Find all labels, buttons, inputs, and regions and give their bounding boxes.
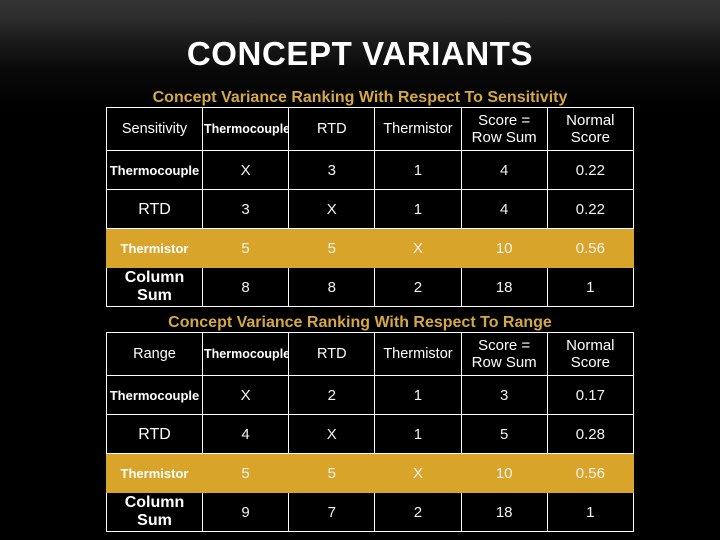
table-row: Thermocouple X 3 1 4 0.22 — [106, 150, 634, 190]
table-row-column-sum: Column Sum 8 8 2 18 1 — [106, 267, 634, 307]
table-header-row: Range Thermocouple RTD Thermistor Score … — [106, 332, 634, 376]
table-row: Thermocouple X 2 1 3 0.17 — [106, 375, 634, 415]
cell-value: X — [201, 150, 290, 190]
cell-value: 5 — [288, 228, 376, 268]
column-header-score-row-sum: Score = Row Sum — [460, 332, 548, 376]
cell-value: 1 — [374, 189, 462, 229]
column-header-rtd: RTD — [288, 107, 376, 151]
table-header-row: Sensitivity Thermocouple RTD Thermistor … — [106, 107, 634, 151]
cell-normal-score: 0.17 — [546, 375, 634, 415]
cell-row-sum: 4 — [460, 150, 548, 190]
cell-value: 1 — [374, 150, 462, 190]
cell-value: 3 — [201, 189, 290, 229]
row-header-thermistor: Thermistor — [106, 228, 203, 268]
cell-value: 8 — [288, 267, 376, 307]
cell-value: 1 — [374, 375, 462, 415]
table-row-highlighted: Thermistor 5 5 X 10 0.56 — [106, 228, 634, 268]
cell-value: X — [288, 414, 376, 454]
range-ranking-table: Range Thermocouple RTD Thermistor Score … — [106, 332, 634, 532]
cell-value: 2 — [374, 267, 462, 307]
table-row-highlighted: Thermistor 5 5 X 10 0.56 — [106, 453, 634, 493]
row-header-thermistor: Thermistor — [106, 453, 203, 493]
cell-normal-score: 0.28 — [546, 414, 634, 454]
cell-row-sum: 18 — [460, 267, 548, 307]
cell-normal-score: 0.22 — [546, 150, 634, 190]
cell-normal-score: 0.56 — [546, 228, 634, 268]
row-header-rtd: RTD — [106, 189, 203, 229]
cell-normal-score: 1 — [546, 267, 634, 307]
cell-value: 3 — [288, 150, 376, 190]
column-header-thermocouple: Thermocouple — [201, 332, 290, 376]
column-header-normal-score: Normal Score — [546, 107, 634, 151]
cell-value: 7 — [288, 492, 376, 532]
column-header-rtd: RTD — [288, 332, 376, 376]
cell-row-sum: 10 — [460, 453, 548, 493]
page-title: CONCEPT VARIANTS — [186, 35, 534, 72]
row-header-thermocouple: Thermocouple — [106, 150, 203, 190]
cell-value: 9 — [201, 492, 290, 532]
table-row: RTD 4 X 1 5 0.28 — [106, 414, 634, 454]
column-header-criterion: Range — [106, 332, 203, 376]
cell-value: 2 — [288, 375, 376, 415]
table-row: RTD 3 X 1 4 0.22 — [106, 189, 634, 229]
table-row-column-sum: Column Sum 9 7 2 18 1 — [106, 492, 634, 532]
cell-row-sum: 4 — [460, 189, 548, 229]
column-header-thermistor: Thermistor — [374, 332, 462, 376]
row-header-column-sum: Column Sum — [106, 492, 203, 532]
row-header-thermocouple: Thermocouple — [106, 375, 203, 415]
cell-value: X — [201, 375, 290, 415]
cell-value: X — [288, 189, 376, 229]
section-subtitle-range: Concept Variance Ranking With Respect To… — [168, 314, 552, 331]
cell-value: 5 — [288, 453, 376, 493]
cell-value: X — [374, 453, 462, 493]
sensitivity-ranking-table: Sensitivity Thermocouple RTD Thermistor … — [106, 107, 634, 307]
row-header-rtd: RTD — [106, 414, 203, 454]
column-header-criterion: Sensitivity — [106, 107, 203, 151]
cell-value: 5 — [201, 453, 290, 493]
cell-normal-score: 0.56 — [546, 453, 634, 493]
column-header-normal-score: Normal Score — [546, 332, 634, 376]
cell-normal-score: 0.22 — [546, 189, 634, 229]
column-header-thermocouple: Thermocouple — [201, 107, 290, 151]
cell-value: 1 — [374, 414, 462, 454]
slide-canvas: CONCEPT VARIANTS Concept Variance Rankin… — [0, 0, 720, 540]
section-subtitle-sensitivity: Concept Variance Ranking With Respect To… — [152, 89, 568, 106]
column-header-score-row-sum: Score = Row Sum — [460, 107, 548, 151]
cell-row-sum: 5 — [460, 414, 548, 454]
cell-value: 8 — [201, 267, 290, 307]
cell-value: 2 — [374, 492, 462, 532]
cell-row-sum: 18 — [460, 492, 548, 532]
cell-row-sum: 3 — [460, 375, 548, 415]
cell-row-sum: 10 — [460, 228, 548, 268]
column-header-thermistor: Thermistor — [374, 107, 462, 151]
cell-value: X — [374, 228, 462, 268]
cell-value: 5 — [201, 228, 290, 268]
cell-value: 4 — [201, 414, 290, 454]
cell-normal-score: 1 — [546, 492, 634, 532]
row-header-column-sum: Column Sum — [106, 267, 203, 307]
